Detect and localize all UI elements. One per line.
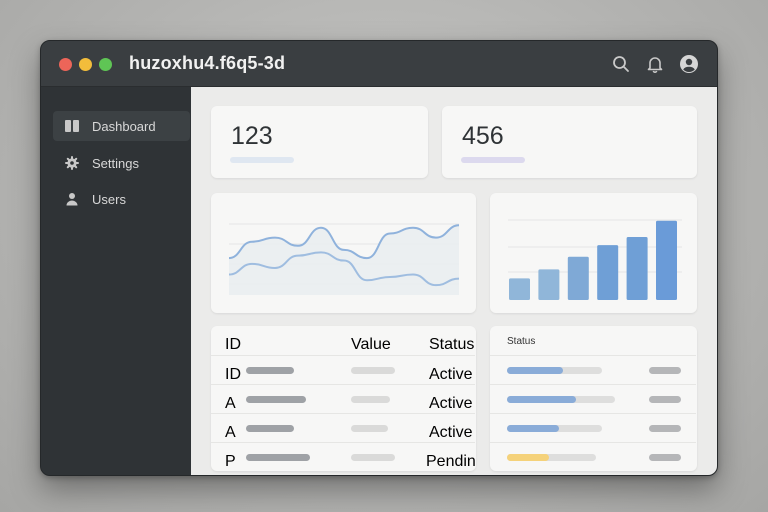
progress-track xyxy=(507,396,615,403)
status-row[interactable] xyxy=(490,442,696,471)
line-chart-card xyxy=(211,193,476,313)
minimize-window-button[interactable] xyxy=(79,58,92,71)
row-id: A xyxy=(225,424,236,441)
name-placeholder-bar xyxy=(246,454,310,461)
sidebar-item-settings[interactable]: Settings xyxy=(53,148,190,178)
bar-chart-card xyxy=(490,193,697,313)
value-placeholder-bar xyxy=(351,425,388,432)
close-window-button[interactable] xyxy=(59,58,72,71)
table-row[interactable]: A Active xyxy=(211,413,475,442)
status-row[interactable] xyxy=(490,413,696,442)
status-placeholder-bar xyxy=(649,396,681,403)
bar xyxy=(538,269,560,300)
title-bar: huzoxhu4.f6q5-3d xyxy=(41,41,717,87)
app-window: huzoxhu4.f6q5-3d Dashboard Settings User… xyxy=(40,40,718,476)
name-placeholder-bar xyxy=(246,396,306,403)
name-placeholder-bar xyxy=(246,367,294,374)
progress-track xyxy=(507,367,602,374)
progress-fill xyxy=(507,454,549,461)
table-row[interactable]: ID Active xyxy=(211,355,475,384)
status-row[interactable] xyxy=(490,384,696,413)
progress-track xyxy=(507,454,596,461)
dashboard-icon xyxy=(65,119,79,133)
table-row[interactable]: A Active xyxy=(211,384,475,413)
value-placeholder-bar xyxy=(351,454,395,461)
sidebar: Dashboard Settings Users xyxy=(41,87,191,475)
status-placeholder-bar xyxy=(649,425,681,432)
bar-chart xyxy=(508,219,682,300)
status-placeholder-bar xyxy=(649,367,681,374)
gear-icon xyxy=(65,156,79,170)
bar xyxy=(626,237,648,300)
value-placeholder-bar xyxy=(351,396,390,403)
bar xyxy=(597,245,619,300)
status-placeholder-bar xyxy=(649,454,681,461)
user-icon xyxy=(65,192,79,206)
sidebar-item-label: Users xyxy=(92,192,126,207)
column-header-value: Value xyxy=(351,336,391,353)
column-header-status: Status xyxy=(429,336,475,353)
row-status: Active xyxy=(429,366,473,383)
column-header-id: ID xyxy=(225,336,241,353)
status-panel-header: Status xyxy=(490,326,696,355)
progress-fill xyxy=(507,367,563,374)
window-title: huzoxhu4.f6q5-3d xyxy=(129,53,286,73)
row-id: ID xyxy=(225,366,241,383)
sidebar-item-users[interactable]: Users xyxy=(53,184,190,214)
status-panel: Status xyxy=(490,326,697,471)
stat-card: 123 xyxy=(211,106,428,178)
bar xyxy=(567,256,589,300)
table-header-row: ID Value Status xyxy=(211,326,475,355)
sidebar-item-label: Settings xyxy=(92,156,139,171)
bar xyxy=(656,220,677,300)
row-status: Pending xyxy=(426,453,476,470)
row-id: A xyxy=(225,395,236,412)
stat-accent-bar xyxy=(230,157,294,163)
dashboard-main: 123 456 ID Value Status ID Active A Acti… xyxy=(191,87,717,475)
row-status: Active xyxy=(429,424,473,441)
user-avatar-icon[interactable] xyxy=(679,54,699,74)
bell-icon[interactable] xyxy=(645,54,665,74)
maximize-window-button[interactable] xyxy=(99,58,112,71)
progress-fill xyxy=(507,396,576,403)
sidebar-item-dashboard[interactable]: Dashboard xyxy=(53,111,190,141)
status-row[interactable] xyxy=(490,355,696,384)
row-status: Active xyxy=(429,395,473,412)
name-placeholder-bar xyxy=(246,425,294,432)
data-table: ID Value Status ID Active A Active A Act xyxy=(211,326,476,471)
stat-card: 456 xyxy=(442,106,697,178)
stat-accent-bar xyxy=(461,157,525,163)
progress-fill xyxy=(507,425,559,432)
progress-track xyxy=(507,425,602,432)
line-chart xyxy=(228,223,460,295)
sidebar-item-label: Dashboard xyxy=(92,119,156,134)
table-row[interactable]: P Pending xyxy=(211,442,476,471)
stat-value: 123 xyxy=(231,122,273,150)
status-panel-title: Status xyxy=(507,336,536,347)
bar xyxy=(509,278,530,300)
row-id: P xyxy=(225,453,236,470)
value-placeholder-bar xyxy=(351,367,395,374)
stat-value: 456 xyxy=(462,122,504,150)
search-icon[interactable] xyxy=(611,54,631,74)
